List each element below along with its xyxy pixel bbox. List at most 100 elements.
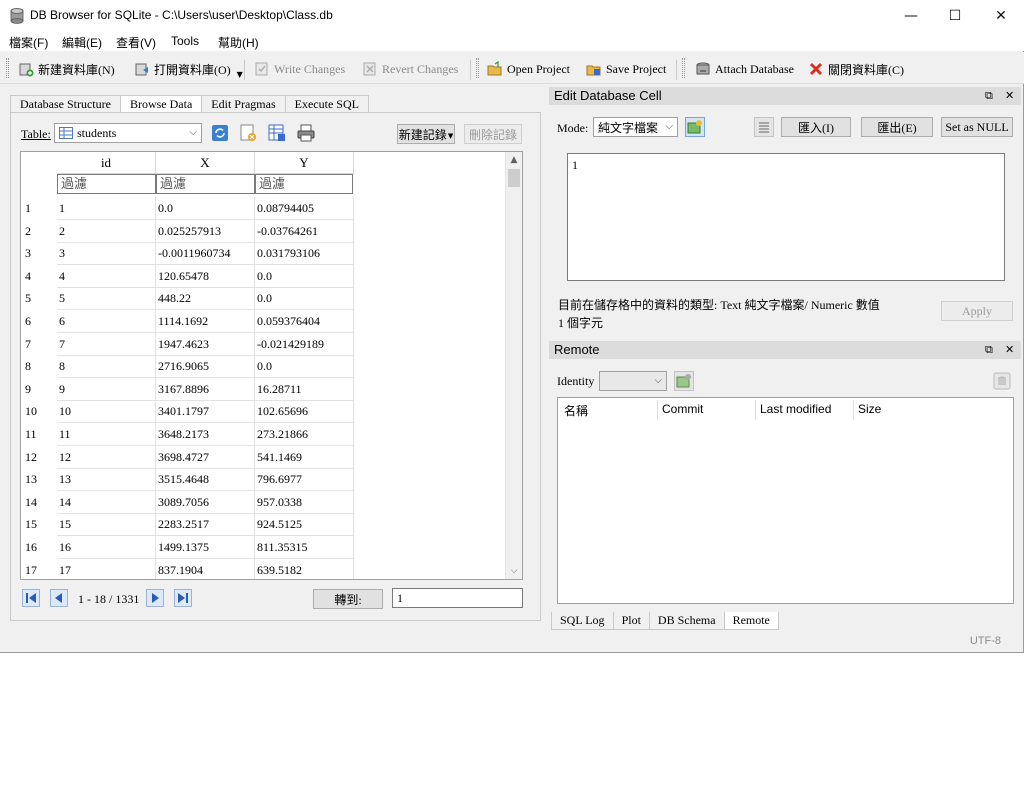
float-dock-icon[interactable]: ⧉ (985, 87, 993, 105)
table-select[interactable]: students ⌵ (54, 123, 202, 143)
identity-select[interactable]: ⌵ (599, 371, 667, 391)
maximize-button[interactable]: ☐ (932, 0, 978, 31)
table-row[interactable]: 11 11 3648.2173 273.21866 (21, 423, 507, 446)
table-row[interactable]: 13 13 3515.4648 796.6977 (21, 468, 507, 492)
table-row[interactable]: 4 4 120.65478 0.0 (21, 264, 507, 288)
save-table-button[interactable] (267, 123, 287, 143)
goto-button[interactable]: 轉到: (313, 589, 383, 609)
menu-file[interactable]: 檔案(F) (9, 34, 48, 51)
cell-y[interactable]: 0.031793106 (255, 242, 354, 266)
table-row[interactable]: 3 3 -0.0011960734 0.031793106 (21, 242, 507, 266)
cell-id[interactable]: 5 (57, 287, 156, 311)
cell-id[interactable]: 6 (57, 310, 156, 333)
cell-x[interactable]: 3167.8896 (156, 377, 255, 401)
cell-y[interactable]: 273.21866 (255, 423, 354, 446)
goto-input[interactable]: 1 (392, 588, 523, 608)
table-row[interactable]: 8 8 2716.9065 0.0 (21, 355, 507, 379)
cell-y[interactable]: 639.5182 (255, 558, 354, 579)
remote-column-name[interactable]: 名稱 (564, 402, 588, 419)
cell-y[interactable]: 16.28711 (255, 377, 354, 401)
table-row[interactable]: 14 14 3089.7056 957.0338 (21, 490, 507, 514)
table-row[interactable]: 17 17 837.1904 639.5182 (21, 558, 507, 579)
table-row[interactable]: 7 7 1947.4623 -0.021429189 (21, 332, 507, 356)
menu-help[interactable]: 幫助(H) (218, 34, 259, 51)
filter-input-id[interactable]: 過濾 (57, 174, 156, 194)
open-project-button[interactable]: Open Project (487, 59, 570, 79)
cell-x[interactable]: 1499.1375 (156, 536, 255, 559)
cell-x[interactable]: 1114.1692 (156, 310, 255, 333)
cell-id[interactable]: 10 (57, 400, 156, 424)
cell-id[interactable]: 1 (57, 197, 156, 220)
remote-column-last-modified[interactable]: Last modified (760, 402, 831, 416)
cell-id[interactable]: 16 (57, 536, 156, 559)
cell-y[interactable]: 0.0 (255, 264, 354, 288)
scroll-down-icon[interactable]: ⌵ (506, 563, 522, 579)
cell-x[interactable]: 1947.4623 (156, 332, 255, 356)
cell-y[interactable]: 957.0338 (255, 490, 354, 514)
remote-column-commit[interactable]: Commit (662, 402, 703, 416)
cell-id[interactable]: 2 (57, 219, 156, 243)
cell-y[interactable]: -0.03764261 (255, 219, 354, 243)
cell-id[interactable]: 14 (57, 490, 156, 514)
save-project-button[interactable]: Save Project (586, 59, 666, 79)
close-window-button[interactable]: ✕ (978, 0, 1024, 31)
import-button[interactable]: 匯入(I) (781, 117, 851, 137)
column-header-x[interactable]: X (156, 152, 255, 174)
scroll-thumb[interactable] (508, 169, 520, 187)
vertical-scrollbar[interactable]: ▲ ⌵ (505, 152, 522, 579)
cell-y[interactable]: 0.059376404 (255, 310, 354, 333)
clear-filters-button[interactable] (238, 123, 258, 143)
last-page-button[interactable] (174, 589, 192, 607)
close-dock-icon[interactable]: ✕ (1005, 341, 1014, 359)
add-identity-button[interactable] (674, 371, 694, 391)
tab-execute-sql[interactable]: Execute SQL (284, 95, 369, 113)
cell-x[interactable]: 2283.2517 (156, 513, 255, 537)
tab-remote[interactable]: Remote (723, 612, 779, 630)
cell-x[interactable]: 0.0 (156, 197, 255, 220)
cell-y[interactable]: -0.021429189 (255, 332, 354, 356)
new-database-button[interactable]: 新建資料庫(N) (18, 59, 115, 79)
cell-x[interactable]: 0.025257913 (156, 219, 255, 243)
menu-view[interactable]: 查看(V) (116, 34, 156, 51)
cell-id[interactable]: 3 (57, 242, 156, 266)
table-row[interactable]: 2 2 0.025257913 -0.03764261 (21, 219, 507, 243)
cell-x[interactable]: 3648.2173 (156, 423, 255, 446)
previous-page-button[interactable] (50, 589, 68, 607)
tab-database-structure[interactable]: Database Structure (10, 95, 121, 113)
minimize-button[interactable]: — (888, 0, 934, 31)
remote-column-size[interactable]: Size (858, 402, 881, 416)
table-row[interactable]: 6 6 1114.1692 0.059376404 (21, 310, 507, 333)
next-page-button[interactable] (146, 589, 164, 607)
table-row[interactable]: 5 5 448.22 0.0 (21, 287, 507, 311)
scroll-up-icon[interactable]: ▲ (506, 152, 522, 168)
cell-x[interactable]: 3515.4648 (156, 468, 255, 492)
table-row[interactable]: 10 10 3401.1797 102.65696 (21, 400, 507, 424)
cell-y[interactable]: 0.0 (255, 355, 354, 379)
cell-y[interactable]: 796.6977 (255, 468, 354, 492)
table-row[interactable]: 15 15 2283.2517 924.5125 (21, 513, 507, 537)
open-database-button[interactable]: 打開資料庫(O) ▼ (134, 59, 243, 79)
menu-edit[interactable]: 編輯(E) (62, 34, 102, 51)
cell-id[interactable]: 15 (57, 513, 156, 537)
push-database-button[interactable] (992, 371, 1012, 391)
tab-plot[interactable]: Plot (612, 612, 650, 630)
table-row[interactable]: 12 12 3698.4727 541.1469 (21, 445, 507, 469)
set-null-button[interactable]: Set as NULL (941, 117, 1013, 137)
table-row[interactable]: 16 16 1499.1375 811.35315 (21, 536, 507, 559)
close-database-button[interactable]: 關閉資料庫(C) (808, 59, 904, 79)
attach-database-button[interactable]: Attach Database (695, 59, 794, 79)
cell-y[interactable]: 811.35315 (255, 536, 354, 559)
cell-x[interactable]: 2716.9065 (156, 355, 255, 379)
column-header-id[interactable]: id (57, 152, 156, 174)
cell-y[interactable]: 541.1469 (255, 445, 354, 469)
filter-input-x[interactable]: 過濾 (156, 174, 255, 194)
tab-sql-log[interactable]: SQL Log (551, 612, 614, 630)
cell-x[interactable]: 3089.7056 (156, 490, 255, 514)
cell-id[interactable]: 8 (57, 355, 156, 379)
cell-x[interactable]: 837.1904 (156, 558, 255, 579)
cell-y[interactable]: 102.65696 (255, 400, 354, 424)
write-changes-button[interactable]: Write Changes (254, 59, 345, 79)
cell-x[interactable]: 3401.1797 (156, 400, 255, 424)
close-dock-icon[interactable]: ✕ (1005, 87, 1014, 105)
cell-id[interactable]: 13 (57, 468, 156, 492)
